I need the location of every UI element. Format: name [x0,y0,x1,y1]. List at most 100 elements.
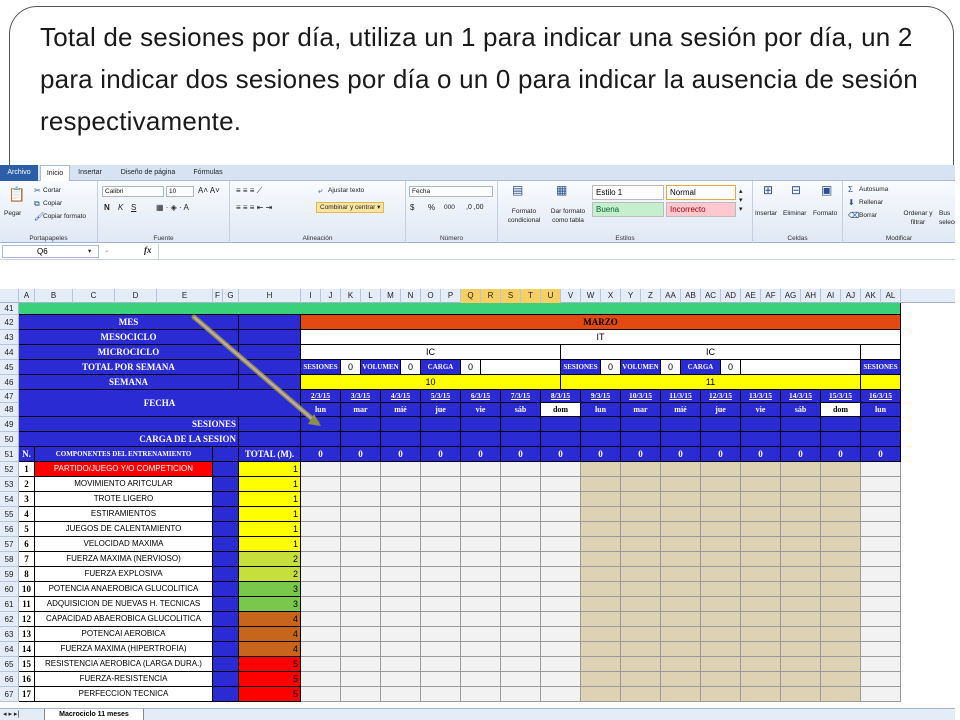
component-day-cell[interactable] [541,567,581,582]
row-header[interactable]: 49 [0,417,19,432]
component-number[interactable]: 2 [19,477,35,492]
week-total-sesiones-label[interactable]: SESIONES [301,360,341,375]
component-day-cell[interactable] [421,522,461,537]
component-day-cell[interactable] [381,687,421,702]
component-day-cell[interactable] [461,597,501,612]
delete-cells-icon[interactable]: ⊟ [791,184,801,196]
component-name[interactable]: TROTE LIGERO [35,492,213,507]
component-day-cell[interactable] [421,462,461,477]
component-day-cell[interactable] [541,657,581,672]
component-number[interactable]: 4 [19,507,35,522]
component-day-cell[interactable] [541,462,581,477]
component-day-cell[interactable] [581,642,621,657]
component-day-cell[interactable] [701,507,741,522]
component-day-cell[interactable] [501,507,541,522]
day-cell[interactable]: lun [861,403,901,417]
carga-input[interactable] [741,432,781,447]
component-day-cell[interactable] [581,507,621,522]
component-day-cell[interactable] [341,477,381,492]
component-day-cell[interactable] [341,582,381,597]
component-day-cell[interactable] [381,552,421,567]
column-header-z[interactable]: Z [641,289,661,303]
component-day-cell[interactable] [701,597,741,612]
component-spacer[interactable] [213,477,239,492]
date-cell[interactable]: 2/3/15 [301,390,341,403]
component-day-cell[interactable] [461,642,501,657]
component-day-cell[interactable] [381,462,421,477]
component-day-cell[interactable] [861,522,901,537]
component-day-cell[interactable] [501,612,541,627]
component-day-cell[interactable] [301,552,341,567]
row-header[interactable]: 48 [0,403,19,417]
component-day-cell[interactable] [341,507,381,522]
component-day-cell[interactable] [421,492,461,507]
week-total-carga-label[interactable]: CARGA [421,360,461,375]
component-day-cell[interactable] [781,627,821,642]
column-header-m[interactable]: M [381,289,401,303]
column-header-al[interactable]: AL [881,289,901,303]
component-day-cell[interactable] [621,627,661,642]
component-day-cell[interactable] [461,507,501,522]
component-total[interactable]: 1 [239,522,301,537]
component-day-cell[interactable] [501,672,541,687]
row-header[interactable]: 41 [0,303,19,315]
component-day-cell[interactable] [661,522,701,537]
component-day-cell[interactable] [701,477,741,492]
carga-input[interactable] [381,432,421,447]
component-total[interactable]: 1 [239,492,301,507]
component-day-cell[interactable] [341,642,381,657]
component-day-cell[interactable] [501,687,541,702]
component-day-cell[interactable] [781,642,821,657]
component-day-cell[interactable] [581,627,621,642]
label-total[interactable]: TOTAL (M). [239,447,301,462]
component-day-cell[interactable] [341,687,381,702]
label-mes[interactable]: MES [19,315,239,330]
row-header[interactable]: 65 [0,657,19,672]
component-day-cell[interactable] [741,627,781,642]
component-total[interactable]: 4 [239,642,301,657]
align-left-icon[interactable]: ≡ ≡ ≡ ⇤ ⇥ [236,203,272,212]
label-microciclo[interactable]: MICROCICLO [19,345,239,360]
component-day-cell[interactable] [661,672,701,687]
component-day-cell[interactable] [381,537,421,552]
component-name[interactable]: JUEGOS DE CALENTAMIENTO [35,522,213,537]
decimals-icon[interactable]: ,0 ,00 [466,203,484,212]
column-header-h[interactable]: H [239,289,301,303]
spacer-h[interactable] [239,345,301,360]
component-day-cell[interactable] [861,612,901,627]
component-day-cell[interactable] [501,597,541,612]
carga-input[interactable] [541,432,581,447]
component-day-cell[interactable] [341,657,381,672]
component-day-cell[interactable] [861,507,901,522]
component-day-cell[interactable] [861,642,901,657]
fill-button[interactable]: Rellenar [859,198,883,207]
day-cell[interactable]: jue [421,403,461,417]
component-day-cell[interactable] [341,567,381,582]
microciclo-3[interactable] [861,345,901,360]
component-name[interactable]: FUERZA MAXIMA (HIPERTROFIA) [35,642,213,657]
component-day-cell[interactable] [861,477,901,492]
component-day-cell[interactable] [661,627,701,642]
week-total-empty[interactable] [481,360,561,375]
spacer-h[interactable] [239,315,301,330]
date-cell[interactable]: 16/3/15 [861,390,901,403]
component-number[interactable]: 14 [19,642,35,657]
column-header-s[interactable]: S [501,289,521,303]
sheet-grid[interactable]: 41 42 43 44 45 46 47 48 49 50 51 52 53 54 55 56 57 58 59 60… [0,303,955,708]
week-total-value[interactable]: 0 [721,360,741,375]
sesiones-input[interactable] [741,417,781,432]
component-day-cell[interactable] [301,627,341,642]
component-day-cell[interactable] [301,672,341,687]
component-spacer[interactable] [213,582,239,597]
column-header-f[interactable]: F [213,289,223,303]
component-day-cell[interactable] [781,657,821,672]
component-day-cell[interactable] [741,657,781,672]
daily-total[interactable]: 0 [461,447,501,462]
row-header[interactable]: 60 [0,582,19,597]
font-size-select[interactable]: 10 [166,186,194,197]
component-day-cell[interactable] [821,462,861,477]
spacer-h[interactable] [239,360,301,375]
component-day-cell[interactable] [661,582,701,597]
component-day-cell[interactable] [621,597,661,612]
daily-total[interactable]: 0 [861,447,901,462]
